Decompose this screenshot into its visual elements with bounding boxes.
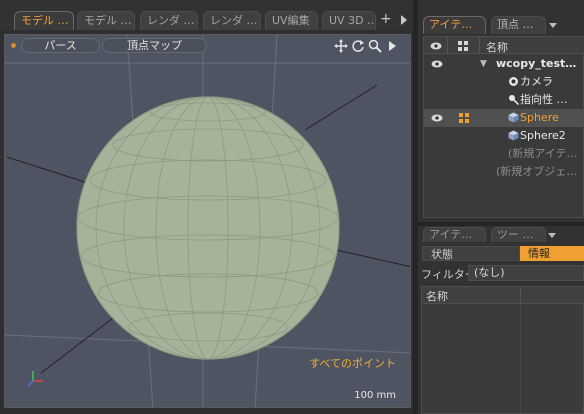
list-item[interactable]: Sphere2 — [424, 127, 584, 145]
visibility-column-header[interactable] — [424, 37, 448, 54]
rotate-view-icon[interactable] — [351, 39, 365, 53]
tab-label: UV 3D … — [329, 14, 376, 27]
list-item[interactable]: (新規アイテ… — [424, 145, 584, 163]
tab-label: アイテ… — [429, 228, 473, 241]
directional-light-icon — [509, 95, 519, 105]
item-label: カメラ — [520, 75, 553, 88]
lock-grid-icon — [458, 41, 468, 51]
tab-status[interactable]: 状態 — [422, 246, 520, 261]
items-panel: アイテ… 頂点 … 名称 ▼ wcopy_test… カメラ 指向性 … Sph… — [418, 0, 584, 222]
scene-label: wcopy_test… — [496, 57, 577, 70]
tab-label: モデル … — [84, 14, 132, 27]
view-mode-dropdown[interactable]: パース — [21, 38, 100, 53]
lock-column-header[interactable] — [448, 37, 480, 54]
properties-tab-bar: アイテ… ツー … — [418, 226, 584, 242]
name-column-header[interactable]: 名称 — [426, 288, 448, 304]
properties-panel: アイテ… ツー … 状態 情報 フィルター (なし) 名称 — [418, 226, 584, 414]
list-item[interactable]: Sphere — [424, 109, 584, 127]
tab-render-2[interactable]: レンダ … — [203, 11, 261, 30]
segment-label: 状態 — [431, 248, 453, 261]
tab-scroll-arrow-icon[interactable] — [401, 15, 407, 25]
tab-info[interactable]: 情報 — [520, 246, 584, 261]
sphere-mesh[interactable] — [76, 96, 340, 360]
move-view-icon[interactable] — [334, 39, 348, 53]
points-mode-label: すべてのポイント — [309, 357, 396, 370]
tab-model-1[interactable]: モデル … — [14, 11, 74, 30]
column-divider[interactable] — [520, 287, 521, 304]
eye-icon[interactable] — [431, 60, 443, 68]
eye-icon[interactable] — [431, 114, 443, 122]
tab-model-2[interactable]: モデル … — [77, 11, 135, 30]
list-item[interactable]: カメラ — [424, 73, 584, 91]
tab-label: UV編集 — [272, 14, 310, 27]
column-divider — [520, 304, 521, 414]
tab-uv-3d[interactable]: UV 3D … — [322, 11, 376, 30]
view-mode-label: パース — [44, 39, 77, 52]
list-item[interactable]: (新規オブジェ… — [424, 163, 584, 181]
eye-icon — [430, 42, 442, 50]
segment-label: 情報 — [528, 247, 550, 260]
selection-mode-dropdown[interactable]: 頂点マップ — [102, 38, 207, 53]
list-item[interactable]: 指向性 … — [424, 91, 584, 109]
active-layer-icon[interactable] — [459, 113, 469, 123]
tab-label: モデル … — [21, 14, 69, 27]
tab-render-1[interactable]: レンダ … — [140, 11, 198, 30]
tab-label: レンダ … — [147, 14, 195, 27]
name-column-header[interactable]: 名称 — [486, 39, 508, 55]
grid-scale-label: 100 mm — [354, 390, 396, 401]
item-list: 名称 ▼ wcopy_test… カメラ 指向性 … Sphere Sphere… — [423, 36, 584, 218]
tab-label: 頂点 … — [497, 18, 534, 31]
viewport-menu-dot-icon[interactable] — [11, 43, 16, 48]
properties-table: 名称 — [421, 286, 584, 414]
filter-value: (なし) — [474, 266, 505, 279]
properties-header: 名称 — [422, 287, 584, 304]
item-label: Sphere — [520, 111, 559, 124]
tab-label: アイテ… — [429, 18, 473, 31]
viewport-panel: モデル … モデル … レンダ … レンダ … UV編集 UV 3D … + パ… — [0, 0, 413, 414]
mesh-cube-icon — [508, 130, 519, 141]
camera-icon — [509, 77, 518, 86]
tab-items[interactable]: アイテ… — [423, 16, 486, 34]
viewport-tab-bar: モデル … モデル … レンダ … レンダ … UV編集 UV 3D … + — [0, 0, 413, 30]
tab-label: ツー … — [497, 228, 534, 241]
mesh-cube-icon — [508, 112, 519, 123]
item-label: Sphere2 — [520, 129, 566, 142]
tab-tool-properties[interactable]: ツー … — [491, 227, 546, 242]
selection-mode-label: 頂点マップ — [127, 39, 182, 52]
tab-uv-edit[interactable]: UV編集 — [265, 11, 318, 30]
tab-vertex[interactable]: 頂点 … — [491, 16, 546, 34]
axis-gizmo-icon — [27, 371, 43, 387]
tab-label: レンダ … — [210, 14, 258, 27]
tab-item-properties[interactable]: アイテ… — [423, 227, 486, 242]
filter-dropdown[interactable]: (なし) — [468, 265, 584, 281]
add-tab-button[interactable]: + — [380, 12, 392, 26]
list-item[interactable]: ▼ wcopy_test… — [424, 55, 584, 73]
tab-menu-chevron-icon[interactable] — [549, 23, 557, 28]
3d-viewport[interactable]: パース 頂点マップ すべてのポイント 100 mm — [4, 34, 411, 408]
new-item-placeholder: (新規アイテ… — [508, 147, 578, 160]
item-label: 指向性 … — [520, 93, 568, 106]
items-tab-bar: アイテ… 頂点 … — [418, 0, 584, 34]
tab-menu-chevron-icon[interactable] — [548, 233, 556, 238]
new-object-placeholder: (新規オブジェ… — [496, 165, 578, 178]
play-menu-icon[interactable] — [388, 39, 397, 53]
list-header: 名称 — [424, 37, 584, 54]
expand-arrow-icon[interactable]: ▼ — [480, 55, 487, 73]
viewport-scene — [5, 35, 410, 407]
zoom-view-icon[interactable] — [368, 39, 382, 53]
